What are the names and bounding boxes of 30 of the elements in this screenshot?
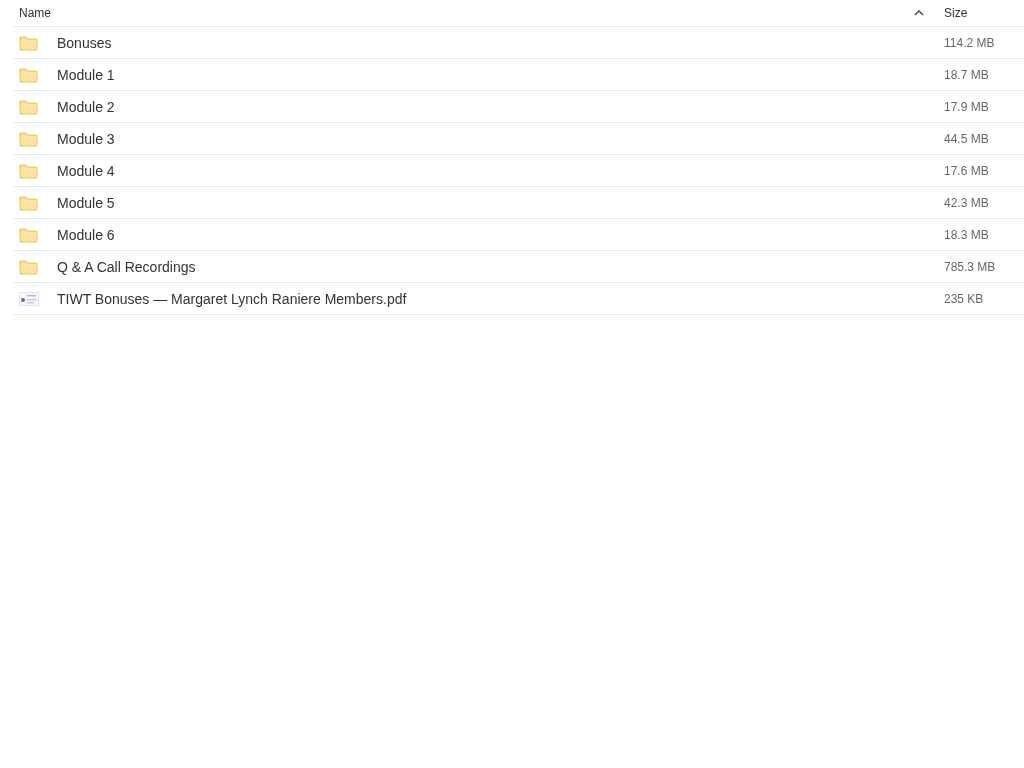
file-size: 44.5 MB — [944, 131, 990, 146]
file-name[interactable]: Q & A Call Recordings — [57, 258, 944, 275]
folder-icon — [19, 194, 38, 211]
folder-icon — [19, 258, 38, 275]
file-name[interactable]: Module 1 — [57, 66, 944, 83]
file-size: 18.7 MB — [944, 67, 990, 82]
column-header[interactable]: Name — [19, 6, 914, 20]
file-name[interactable]: Module 4 — [57, 162, 944, 179]
folder-icon — [19, 66, 38, 83]
file-name[interactable]: Bonuses — [57, 34, 944, 51]
folder-icon — [19, 34, 38, 51]
file-name[interactable]: Module 6 — [57, 226, 944, 243]
file-size: 785.3 MB — [944, 259, 997, 274]
file-size: 42.3 MB — [944, 195, 990, 210]
file-name[interactable]: Module 5 — [57, 194, 944, 211]
file-name[interactable]: TIWT Bonuses — Margaret Lynch Raniere Members.pdf — [57, 290, 944, 307]
folder-icon — [19, 130, 38, 147]
folder-icon — [19, 226, 38, 243]
folder-icon — [19, 162, 38, 179]
file-size: 17.9 MB — [944, 99, 990, 114]
file-size: 235 KB — [944, 291, 985, 306]
folder-icon — [19, 98, 38, 115]
column-header[interactable]: Size — [944, 6, 1024, 20]
file-size: 18.3 MB — [944, 227, 990, 242]
sort-ascending-icon[interactable] — [914, 9, 924, 17]
document-thumbnail-icon — [19, 291, 39, 306]
file-name[interactable]: Module 2 — [57, 98, 944, 115]
file-name[interactable]: Module 3 — [57, 130, 944, 147]
file-size: 114.2 MB — [944, 35, 996, 50]
file-size: 17.6 MB — [944, 163, 990, 178]
